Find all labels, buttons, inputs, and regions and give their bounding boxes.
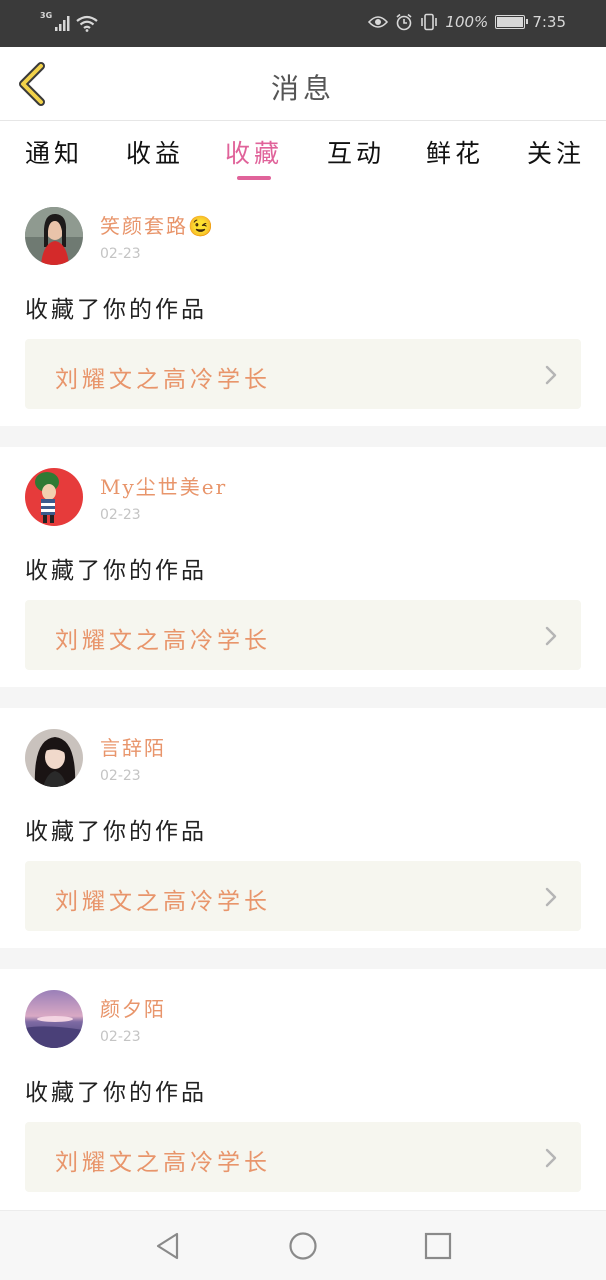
date: 02-23 (100, 246, 141, 262)
status-right: 100% 7:35 (368, 13, 566, 31)
recents-square-icon[interactable] (421, 1229, 455, 1263)
system-nav-bar (0, 1210, 606, 1280)
clock: 7:35 (532, 13, 566, 31)
username[interactable]: 颜夕陌 (100, 993, 166, 1022)
back-triangle-icon[interactable] (151, 1229, 185, 1263)
avatar[interactable] (25, 207, 83, 265)
action-text: 收藏了你的作品 (25, 297, 207, 323)
tab-earnings[interactable]: 收益 (126, 134, 184, 170)
work-link[interactable]: 刘耀文之高冷学长 (25, 861, 581, 931)
date: 02-23 (100, 507, 141, 523)
vibrate-icon (421, 13, 438, 31)
header: 消息 (0, 47, 606, 121)
divider (0, 426, 606, 447)
username[interactable]: My尘世美er (100, 471, 227, 500)
avatar[interactable] (25, 990, 83, 1048)
favorites-feed: 笑颜套路😉 02-23 收藏了你的作品 刘耀文之高冷学长 My尘世美er 02-… (0, 186, 606, 1209)
wifi-icon (76, 15, 98, 32)
status-bar: 3G 100% 7:35 (0, 0, 606, 47)
alarm-icon (396, 13, 412, 31)
tab-favorites[interactable]: 收藏 (225, 134, 283, 170)
action-text: 收藏了你的作品 (25, 558, 207, 584)
signal-icon (55, 16, 70, 31)
battery-icon (495, 15, 529, 29)
chevron-right-icon (545, 887, 557, 907)
work-title: 刘耀文之高冷学长 (55, 1150, 271, 1176)
tab-bar: 通知 收益 收藏 互动 鲜花 关注 (0, 122, 606, 186)
username[interactable]: 笑颜套路😉 (100, 210, 215, 239)
status-left: 3G (40, 12, 98, 32)
tab-flowers[interactable]: 鲜花 (426, 134, 484, 170)
tab-following[interactable]: 关注 (527, 134, 585, 170)
work-link[interactable]: 刘耀文之高冷学长 (25, 1122, 581, 1192)
tab-interactions[interactable]: 互动 (327, 134, 385, 170)
action-text: 收藏了你的作品 (25, 1080, 207, 1106)
active-tab-indicator (237, 176, 271, 180)
work-title: 刘耀文之高冷学长 (55, 367, 271, 393)
list-item: 言辞陌 02-23 收藏了你的作品 刘耀文之高冷学长 (0, 708, 606, 948)
list-item: 笑颜套路😉 02-23 收藏了你的作品 刘耀文之高冷学长 (0, 186, 606, 426)
username[interactable]: 言辞陌 (100, 732, 166, 761)
avatar[interactable] (25, 468, 83, 526)
eye-icon (368, 16, 389, 28)
list-item: My尘世美er 02-23 收藏了你的作品 刘耀文之高冷学长 (0, 447, 606, 687)
divider (0, 948, 606, 969)
battery-fill (497, 17, 524, 27)
battery-percent: 100% (445, 13, 489, 31)
page-title: 消息 (270, 72, 335, 105)
divider (0, 687, 606, 708)
date: 02-23 (100, 1029, 141, 1045)
chevron-right-icon (545, 626, 557, 646)
date: 02-23 (100, 768, 141, 784)
work-title: 刘耀文之高冷学长 (55, 628, 271, 654)
list-item: 颜夕陌 02-23 收藏了你的作品 刘耀文之高冷学长 (0, 969, 606, 1209)
avatar[interactable] (25, 729, 83, 787)
tab-notifications[interactable]: 通知 (25, 134, 83, 170)
work-link[interactable]: 刘耀文之高冷学长 (25, 339, 581, 409)
work-link[interactable]: 刘耀文之高冷学长 (25, 600, 581, 670)
chevron-right-icon (545, 365, 557, 385)
chevron-right-icon (545, 1148, 557, 1168)
home-circle-icon[interactable] (286, 1229, 320, 1263)
work-title: 刘耀文之高冷学长 (55, 889, 271, 915)
network-type: 3G (40, 11, 53, 20)
action-text: 收藏了你的作品 (25, 819, 207, 845)
